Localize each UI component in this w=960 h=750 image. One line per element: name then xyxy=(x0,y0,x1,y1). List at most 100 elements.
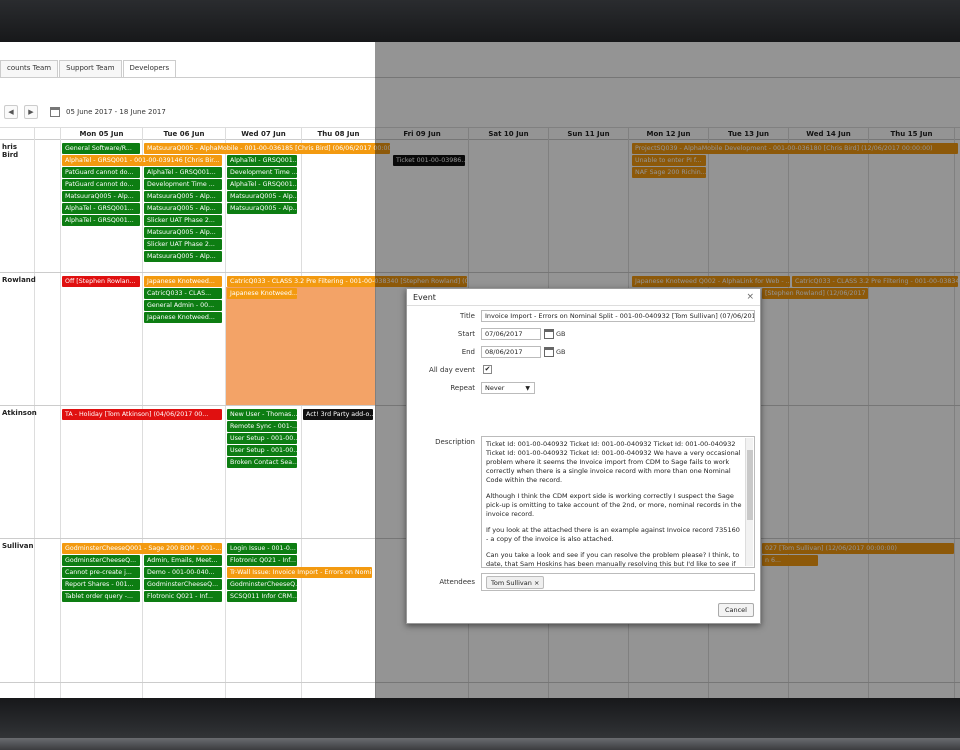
resource-name: hris Bird xyxy=(2,143,19,159)
attendee-name: Tom Sullivan xyxy=(491,579,532,587)
calendar-event[interactable]: AlphaTel - GRSQ001... xyxy=(227,179,297,190)
calendar-event[interactable]: Broken Contact Sea... xyxy=(227,457,297,468)
tab-developers[interactable]: Developers xyxy=(122,60,177,77)
calendar-event[interactable]: Cannot pre-create j... xyxy=(62,567,140,578)
description-paragraph: Ticket Id: 001-00-040932 Ticket Id: 001-… xyxy=(486,440,741,484)
scroll-thumb[interactable] xyxy=(747,450,753,520)
calendar-event[interactable]: Admin, Emails, Meet... xyxy=(144,555,222,566)
calendar-event[interactable]: Tr-Wall Issue: Invoice Import - Errors o… xyxy=(227,567,372,578)
calendar-event[interactable]: Japanese Knotweed... xyxy=(144,276,222,287)
calendar-event[interactable]: AlphaTel - GRSQ001... xyxy=(227,155,297,166)
calendar-event[interactable]: User Setup - 001-00... xyxy=(227,433,297,444)
calendar-event[interactable]: Slicker UAT Phase 2... xyxy=(144,215,222,226)
locale-label: GB xyxy=(556,348,566,356)
selected-event-block[interactable] xyxy=(226,287,375,405)
title-field[interactable]: Invoice Import - Errors on Nominal Split… xyxy=(481,310,755,322)
start-label: Start xyxy=(457,330,475,338)
calendar-event[interactable]: MatsuuraQ005 - Alp... xyxy=(62,191,140,202)
calendar-event[interactable]: General Software/R... xyxy=(62,143,140,154)
close-icon[interactable]: × xyxy=(746,292,754,302)
calendar-event[interactable]: GodminsterCheeseQ... xyxy=(62,555,140,566)
calendar-event[interactable]: Demo - 001-00-040... xyxy=(144,567,222,578)
calendar-event[interactable]: MatsuuraQ005 - AlphaMobile - 001-00-0361… xyxy=(144,143,390,154)
end-label: End xyxy=(461,348,475,356)
day-header: Wed 07 Jun xyxy=(225,128,301,140)
calendar-icon[interactable] xyxy=(544,329,554,339)
calendar-event[interactable]: Remote Sync - 001-... xyxy=(227,421,297,432)
all-day-label: All day event xyxy=(429,366,475,374)
start-date-field[interactable]: 07/06/2017 xyxy=(481,328,541,340)
calendar-event[interactable]: Flotronic Q021 - Inf... xyxy=(227,555,297,566)
dialog-title-text: Event xyxy=(413,293,436,302)
calendar-event[interactable]: User Setup - 001-00... xyxy=(227,445,297,456)
repeat-label: Repeat xyxy=(450,384,475,392)
calendar-icon[interactable] xyxy=(544,347,554,357)
tab-accounts-team[interactable]: counts Team xyxy=(0,60,59,77)
grid-line xyxy=(60,127,61,698)
resource-name: Rowland xyxy=(2,276,36,284)
calendar-event[interactable]: TA - Holiday [Tom Atkinson] (04/06/2017 … xyxy=(62,409,222,420)
attendees-field[interactable]: Tom Sullivan × xyxy=(481,573,755,591)
calendar-event[interactable]: Login Issue - 001-0... xyxy=(227,543,297,554)
calendar-event[interactable]: MatsuuraQ005 - Alp... xyxy=(144,203,222,214)
calendar-event[interactable]: AlphaTel - GRSQ001... xyxy=(144,167,222,178)
description-scrollbar[interactable] xyxy=(745,438,753,566)
calendar-event[interactable]: Japanese Knotweed... xyxy=(227,288,297,299)
calendar-event[interactable]: MatsuuraQ005 - Alp... xyxy=(144,191,222,202)
cancel-button[interactable]: Cancel xyxy=(717,603,754,617)
calendar-event[interactable]: Japanese Knotweed... xyxy=(144,312,222,323)
calendar-event[interactable]: MatsuuraQ005 - Alp... xyxy=(144,251,222,262)
calendar-event[interactable]: Development Time ... xyxy=(144,179,222,190)
calendar-event[interactable]: General Admin - 00... xyxy=(144,300,222,311)
chevron-down-icon: ▼ xyxy=(525,385,530,392)
repeat-select[interactable]: Never ▼ xyxy=(481,382,535,394)
calendar-event[interactable]: GodminsterCheeseQ001 - Sage 200 BOM - 00… xyxy=(62,543,222,554)
calendar-icon[interactable] xyxy=(50,107,60,117)
calendar-event[interactable]: New User - Thomas... xyxy=(227,409,297,420)
resource-name: Atkinson xyxy=(2,409,37,417)
calendar-event[interactable]: PatGuard cannot do... xyxy=(62,179,140,190)
calendar-event[interactable]: SCSQ011 Infor CRM... xyxy=(227,591,297,602)
attendee-chip: Tom Sullivan × xyxy=(486,576,545,589)
next-week-button[interactable]: ▶ xyxy=(24,105,38,119)
calendar-event[interactable]: Act! 3rd Party add-o... xyxy=(303,409,373,420)
calendar-event[interactable]: AlphaTel - GRSQ001 - 001-00-039146 [Chri… xyxy=(62,155,222,166)
description-paragraph: Can you take a look and see if you can r… xyxy=(486,551,740,568)
calendar-event[interactable]: MatsuuraQ005 - Alp... xyxy=(227,191,297,202)
all-day-checkbox[interactable]: ✔ xyxy=(483,365,492,374)
dialog-title: Event × xyxy=(407,289,760,306)
attendees-label: Attendees xyxy=(439,578,475,586)
calendar-event[interactable]: Report Shares - 001... xyxy=(62,579,140,590)
calendar-event[interactable]: Tablet order query -... xyxy=(62,591,140,602)
day-header: Thu 08 Jun xyxy=(301,128,375,140)
calendar-event[interactable]: GodminsterCheeseQ... xyxy=(144,579,222,590)
grid-line xyxy=(225,127,226,698)
monitor-base xyxy=(0,738,960,750)
calendar-app-screen: counts Team Support Team Developers ◀ ▶ … xyxy=(0,42,960,698)
calendar-event[interactable]: Flotronic Q021 - Inf... xyxy=(144,591,222,602)
remove-attendee-icon[interactable]: × xyxy=(534,579,539,587)
calendar-event[interactable]: Slicker UAT Phase 2... xyxy=(144,239,222,250)
calendar-toolbar: ◀ ▶ 05 June 2017 - 18 June 2017 xyxy=(0,102,166,122)
locale-label: GB xyxy=(556,330,566,338)
day-header: Tue 06 Jun xyxy=(142,128,225,140)
calendar-event[interactable]: MatsuuraQ005 - Alp... xyxy=(227,203,297,214)
title-label: Title xyxy=(459,312,475,320)
calendar-event[interactable]: Off [Stephen Rowlan... xyxy=(62,276,140,287)
calendar-event[interactable]: GodminsterCheeseQ... xyxy=(227,579,297,590)
monitor-bezel-top xyxy=(0,0,960,42)
grid-line xyxy=(301,127,302,698)
description-textarea[interactable]: Ticket Id: 001-00-040932 Ticket Id: 001-… xyxy=(481,436,755,568)
calendar-event[interactable]: CatricQ033 - CLAS... xyxy=(144,288,222,299)
calendar-event[interactable]: MatsuuraQ005 - Alp... xyxy=(144,227,222,238)
day-header: Mon 05 Jun xyxy=(60,128,142,140)
calendar-event[interactable]: AlphaTel - GRSQ001... xyxy=(62,215,140,226)
event-dialog: Event × Title Invoice Import - Errors on… xyxy=(406,288,761,624)
calendar-event[interactable]: Development Time ... xyxy=(227,167,297,178)
repeat-value: Never xyxy=(485,384,505,392)
prev-week-button[interactable]: ◀ xyxy=(4,105,18,119)
end-date-field[interactable]: 08/06/2017 xyxy=(481,346,541,358)
calendar-event[interactable]: AlphaTel - GRSQ001... xyxy=(62,203,140,214)
tab-support-team[interactable]: Support Team xyxy=(59,60,122,77)
calendar-event[interactable]: PatGuard cannot do... xyxy=(62,167,140,178)
